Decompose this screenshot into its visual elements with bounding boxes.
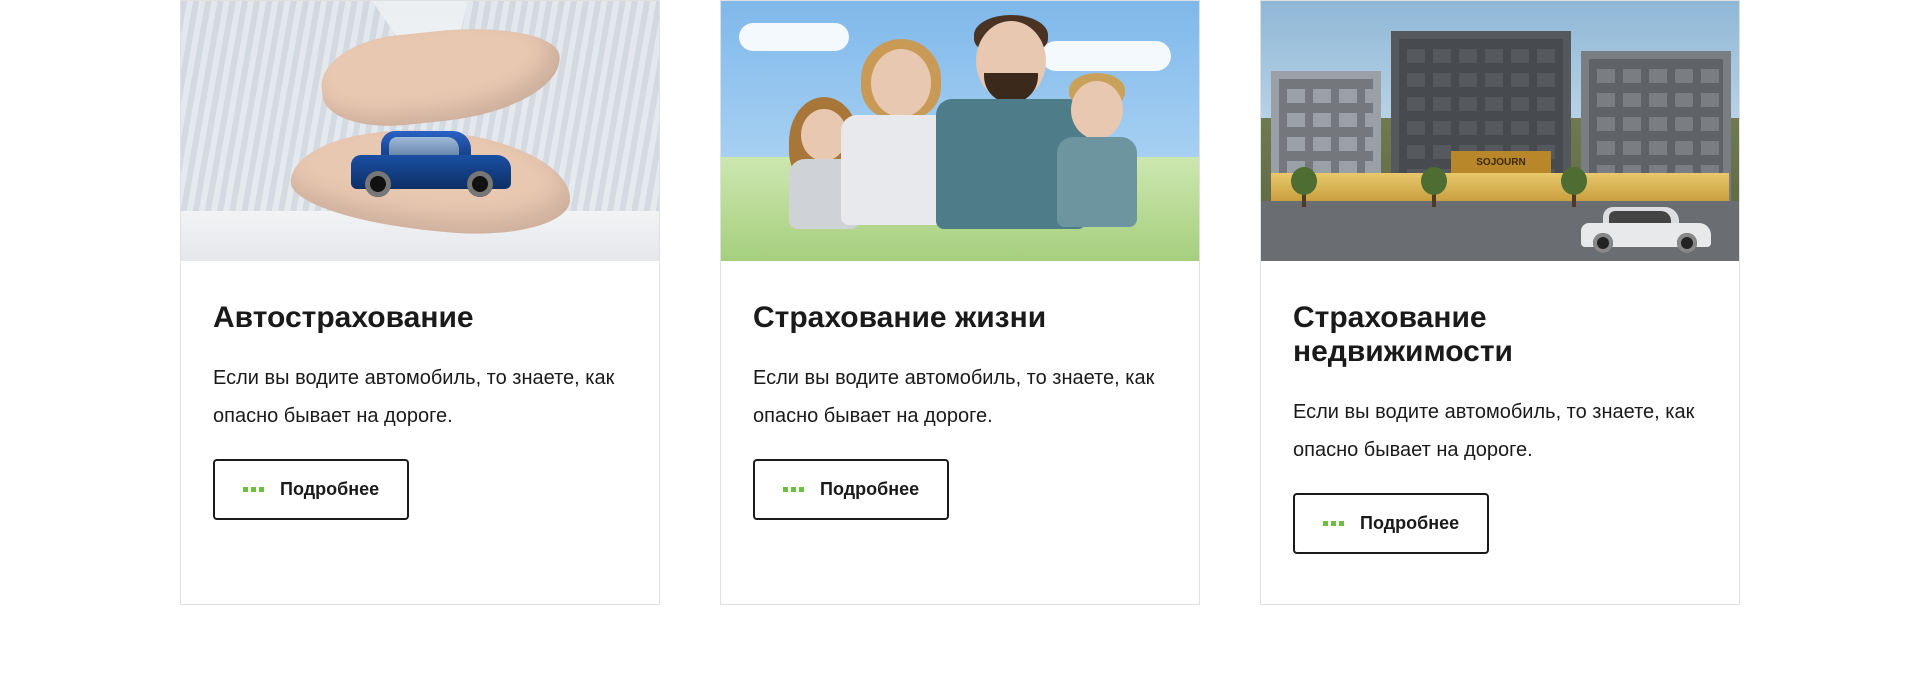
card-auto-insurance: Автострахование Если вы водите автомобил…	[180, 0, 660, 605]
card-title: Автострахование	[213, 301, 627, 335]
card-title: Страхование недвижимости	[1293, 301, 1707, 369]
dots-icon	[783, 487, 804, 492]
card-body: Страхование недвижимости Если вы водите …	[1261, 261, 1739, 604]
card-image-realty: SOJOURN	[1261, 1, 1739, 261]
details-button[interactable]: Подробнее	[753, 459, 949, 520]
card-life-insurance: Страхование жизни Если вы водите автомоб…	[720, 0, 1200, 605]
card-image-family	[721, 1, 1199, 261]
building-sign: SOJOURN	[1451, 151, 1551, 173]
card-description: Если вы водите автомобиль, то знаете, ка…	[753, 359, 1167, 435]
card-description: Если вы водите автомобиль, то знаете, ка…	[1293, 393, 1707, 469]
card-real-estate-insurance: SOJOURN Страхование недвижимости Если вы…	[1260, 0, 1740, 605]
card-description: Если вы водите автомобиль, то знаете, ка…	[213, 359, 627, 435]
card-body: Страхование жизни Если вы водите автомоб…	[721, 261, 1199, 570]
details-button[interactable]: Подробнее	[1293, 493, 1489, 554]
insurance-cards-row: Автострахование Если вы водите автомобил…	[0, 0, 1920, 605]
button-label: Подробнее	[280, 479, 379, 500]
card-title: Страхование жизни	[753, 301, 1167, 335]
button-label: Подробнее	[1360, 513, 1459, 534]
card-image-auto	[181, 1, 659, 261]
dots-icon	[243, 487, 264, 492]
button-label: Подробнее	[820, 479, 919, 500]
details-button[interactable]: Подробнее	[213, 459, 409, 520]
card-body: Автострахование Если вы водите автомобил…	[181, 261, 659, 570]
dots-icon	[1323, 521, 1344, 526]
